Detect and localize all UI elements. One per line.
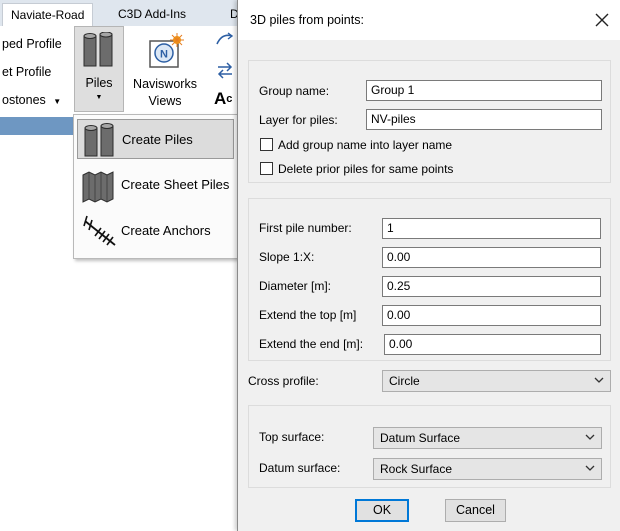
add-group-checkbox[interactable] — [260, 138, 273, 151]
diameter-input[interactable]: 0.25 — [382, 276, 601, 297]
close-icon — [595, 13, 609, 27]
menu-item-create-sheet-piles[interactable]: Create Sheet Piles — [77, 165, 234, 205]
layer-label: Layer for piles: — [259, 113, 338, 127]
datum-surface-label: Datum surface: — [259, 461, 341, 475]
slope-input[interactable]: 0.00 — [382, 247, 601, 268]
add-group-label: Add group name into layer name — [278, 138, 453, 152]
cross-profile-select[interactable]: Circle — [382, 370, 611, 392]
sheet-piles-icon — [82, 171, 114, 203]
ribbon-item-ped-profile[interactable]: ped Profile — [2, 37, 62, 51]
menu-item-label: Create Sheet Piles — [121, 177, 230, 192]
views-label: Views — [148, 94, 182, 108]
tab-naviate-road[interactable]: Naviate-Road — [2, 3, 94, 27]
ok-button[interactable]: OK — [355, 499, 409, 522]
dialog-title: 3D piles from points: — [250, 13, 364, 27]
first-pile-label: First pile number: — [259, 221, 352, 235]
extend-end-label: Extend the end [m]: — [259, 337, 364, 351]
piles-dropdown-menu: Create Piles Create Sheet Piles Create A… — [73, 114, 240, 259]
svg-text:N: N — [160, 49, 168, 61]
extend-top-input[interactable]: 0.00 — [382, 305, 601, 326]
close-button[interactable] — [589, 7, 615, 33]
navisworks-icon: N — [149, 33, 184, 68]
top-surface-value: Datum Surface — [380, 431, 461, 445]
ribbon-item-ostones-label: ostones — [2, 93, 46, 107]
extend-top-label: Extend the top [m] — [259, 308, 357, 322]
swap-tool-icon[interactable] — [214, 60, 236, 80]
menu-item-label: Create Anchors — [121, 223, 211, 238]
ribbon-panel: ped Profile et Profile ostones ▼ Piles ▼… — [0, 26, 240, 114]
cross-profile-value: Circle — [389, 374, 420, 388]
tab-c3d-add-ins[interactable]: C3D Add-Ins — [110, 3, 194, 25]
group-name-label: Group name: — [259, 84, 330, 98]
datum-surface-value: Rock Surface — [380, 462, 453, 476]
chevron-down-icon: ▼ — [53, 97, 62, 106]
delete-prior-checkbox[interactable] — [260, 162, 273, 175]
menu-item-create-piles[interactable]: Create Piles — [77, 119, 234, 159]
text-style-icon[interactable]: Ac — [214, 88, 238, 110]
ribbon-tabs: Naviate-Road C3D Add-Ins D — [0, 0, 240, 27]
chevron-down-icon — [594, 377, 604, 383]
piles-icon — [84, 123, 114, 157]
diameter-label: Diameter [m]: — [259, 279, 332, 293]
navisworks-label: Navisworks — [133, 77, 197, 91]
curve-tool-icon[interactable] — [214, 30, 236, 50]
piles-button[interactable]: Piles ▼ — [74, 26, 124, 112]
top-surface-select[interactable]: Datum Surface — [373, 427, 602, 449]
layer-input[interactable]: NV-piles — [366, 109, 602, 130]
chevron-down-icon — [585, 434, 595, 440]
chevron-down-icon — [585, 465, 595, 471]
dialog-titlebar: 3D piles from points: — [238, 0, 620, 40]
group-name-input[interactable]: Group 1 — [366, 80, 602, 101]
first-pile-input[interactable]: 1 — [382, 218, 601, 239]
top-surface-label: Top surface: — [259, 430, 325, 444]
anchor-icon — [83, 215, 116, 246]
piles-label: Piles — [85, 76, 113, 90]
navisworks-views-button[interactable]: N Navisworks Views — [128, 28, 202, 112]
menu-item-label: Create Piles — [122, 132, 193, 147]
cancel-button[interactable]: Cancel — [445, 499, 506, 522]
ribbon-item-ostones[interactable]: ostones ▼ — [2, 93, 61, 107]
extend-end-input[interactable]: 0.00 — [384, 334, 601, 355]
ribbon-item-et-profile[interactable]: et Profile — [2, 65, 51, 79]
chevron-down-icon: ▼ — [95, 94, 103, 101]
piles-icon — [83, 32, 113, 67]
piles-dialog: 3D piles from points: Group name: Group … — [237, 0, 620, 531]
cross-profile-label: Cross profile: — [248, 374, 319, 388]
delete-prior-label: Delete prior piles for same points — [278, 162, 454, 176]
ribbon: Naviate-Road C3D Add-Ins D ped Profile e… — [0, 0, 240, 531]
slope-label: Slope 1:X: — [259, 250, 315, 264]
menu-item-create-anchors[interactable]: Create Anchors — [77, 211, 234, 251]
datum-surface-select[interactable]: Rock Surface — [373, 458, 602, 480]
